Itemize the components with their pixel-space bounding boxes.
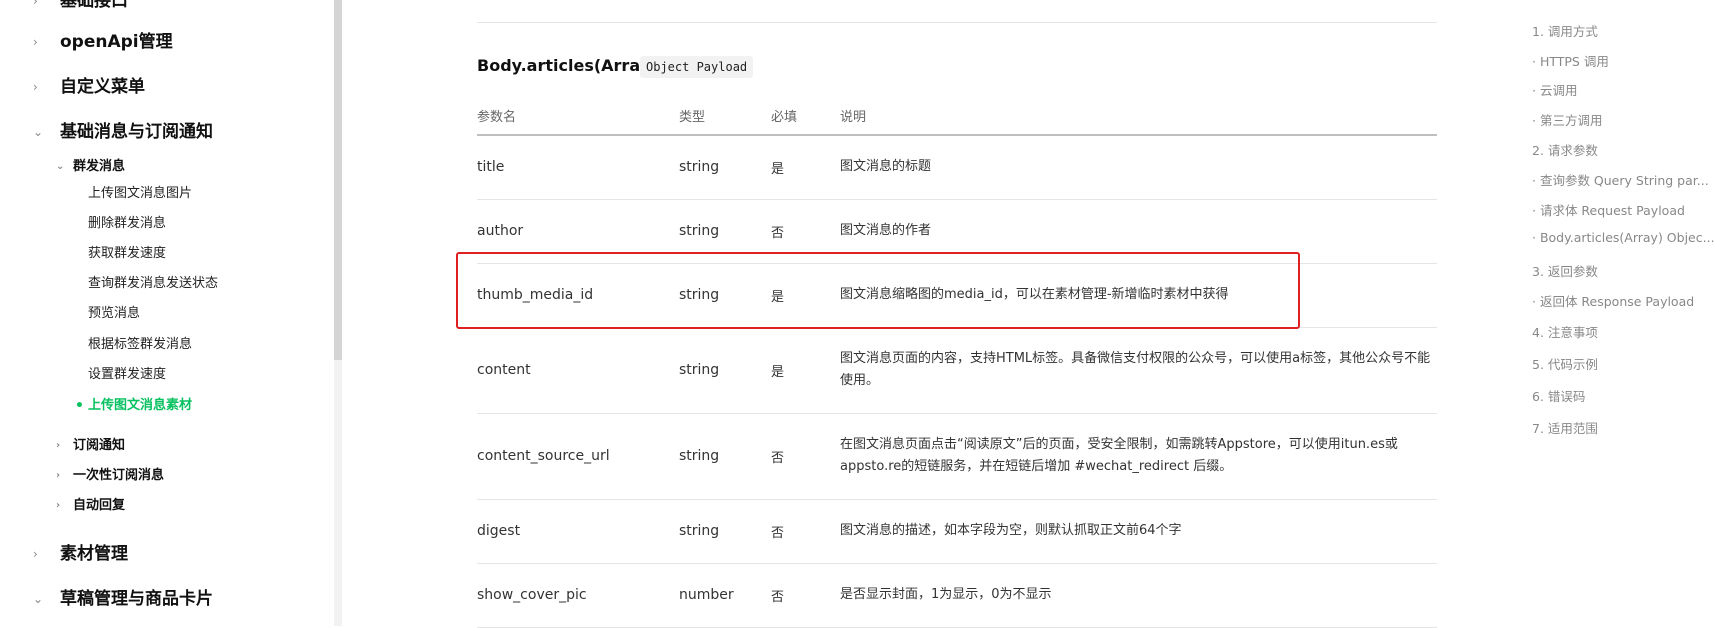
chevron-down-icon: ⌄ bbox=[56, 161, 65, 172]
toc-item[interactable]: · 云调用 bbox=[1532, 80, 1577, 99]
col-header-name: 参数名 bbox=[477, 96, 679, 136]
table-row: content_source_url string 否 在图文消息页面点击“阅读… bbox=[477, 413, 1437, 500]
sidebar-subgroup-label: 群发消息 bbox=[73, 159, 126, 174]
param-name: digest bbox=[477, 499, 679, 564]
toc-item[interactable]: · 请求体 Request Payload bbox=[1532, 200, 1685, 219]
sidebar-item-set-speed[interactable]: 设置群发速度 bbox=[88, 363, 166, 387]
param-desc: 图文消息的描述，如本字段为空，则默认抓取正文前64个字 bbox=[840, 499, 1437, 564]
param-desc: 在图文消息页面点击“阅读原文”后的页面，受安全限制，如需跳转Appstore，可… bbox=[840, 413, 1437, 500]
chevron-right-icon: › bbox=[33, 0, 38, 8]
toc-item[interactable]: · HTTPS 调用 bbox=[1532, 51, 1609, 70]
param-desc: 图文消息页面的内容，支持HTML标签。具备微信支付权限的公众号，可以使用a标签，… bbox=[840, 327, 1437, 414]
sidebar-item-label: 上传图文消息素材 bbox=[88, 398, 193, 413]
toc-item[interactable]: 5. 代码示例 bbox=[1532, 354, 1598, 373]
param-required: 是 bbox=[771, 327, 840, 414]
sidebar-group-label: 基础接口 bbox=[60, 0, 128, 11]
param-required: 是 bbox=[771, 135, 840, 200]
sidebar-group-label: 草稿管理与商品卡片 bbox=[60, 589, 213, 609]
sidebar-item-get-speed[interactable]: 获取群发速度 bbox=[88, 242, 166, 266]
toc-item[interactable]: 4. 注意事项 bbox=[1532, 322, 1598, 341]
toc-item[interactable]: · 返回体 Response Payload bbox=[1532, 291, 1694, 310]
sidebar-item-upload-news-active[interactable]: • 上传图文消息素材 bbox=[75, 394, 193, 418]
param-required: 否 bbox=[771, 413, 840, 500]
sidebar-item-upload-image[interactable]: 上传图文消息图片 bbox=[88, 182, 192, 206]
sidebar-subgroup-label: 一次性订阅消息 bbox=[73, 468, 165, 483]
param-name: content bbox=[477, 327, 679, 414]
sidebar-item-query-status[interactable]: 查询群发消息发送状态 bbox=[88, 272, 218, 296]
toc-item[interactable]: 3. 返回参数 bbox=[1532, 261, 1598, 280]
chevron-right-icon: › bbox=[56, 500, 61, 511]
param-name: title bbox=[477, 135, 679, 200]
sidebar-item-delete-mass[interactable]: 删除群发消息 bbox=[88, 212, 166, 236]
sidebar-subgroup-label: 订阅通知 bbox=[73, 438, 126, 453]
toc-item[interactable]: · 第三方调用 bbox=[1532, 110, 1602, 129]
param-required: 否 bbox=[771, 563, 840, 628]
toc-item[interactable]: 1. 调用方式 bbox=[1532, 21, 1598, 40]
sidebar-group-label: 素材管理 bbox=[60, 544, 128, 564]
param-type: string bbox=[679, 135, 771, 200]
param-name: show_cover_pic bbox=[477, 563, 679, 628]
table-header-row: 参数名 类型 必填 说明 bbox=[477, 96, 1437, 136]
chevron-down-icon: ⌄ bbox=[33, 592, 44, 606]
col-header-type: 类型 bbox=[679, 96, 771, 136]
chevron-right-icon: › bbox=[33, 35, 38, 49]
toc-item[interactable]: · 查询参数 Query String par... bbox=[1532, 170, 1709, 189]
chevron-right-icon: › bbox=[33, 547, 38, 561]
param-required: 否 bbox=[771, 499, 840, 564]
param-name: content_source_url bbox=[477, 413, 679, 500]
sidebar-nav: › 基础接口 › openApi管理 › 自定义菜单 ⌄ 基础消息与订阅通知 ⌄… bbox=[0, 0, 305, 626]
table-of-contents: 1. 调用方式 · HTTPS 调用 · 云调用 · 第三方调用 2. 请求参数… bbox=[1532, 0, 1715, 626]
toc-item[interactable]: 6. 错误码 bbox=[1532, 386, 1585, 405]
param-type: string bbox=[679, 327, 771, 414]
table-row: content string 是 图文消息页面的内容，支持HTML标签。具备微信… bbox=[477, 327, 1437, 414]
toc-item[interactable]: · Body.articles(Array) Objec... bbox=[1532, 230, 1715, 245]
param-type: number bbox=[679, 563, 771, 628]
sidebar-subgroup-label: 自动回复 bbox=[73, 498, 126, 513]
table-row: title string 是 图文消息的标题 bbox=[477, 135, 1437, 200]
sidebar-scrollbar-thumb[interactable] bbox=[334, 0, 342, 360]
sidebar-group-label: 自定义菜单 bbox=[60, 77, 145, 97]
toc-item[interactable]: 2. 请求参数 bbox=[1532, 140, 1598, 159]
table-row: digest string 否 图文消息的描述，如本字段为空，则默认抓取正文前6… bbox=[477, 499, 1437, 564]
col-header-desc: 说明 bbox=[840, 96, 1437, 136]
chevron-right-icon: › bbox=[33, 80, 38, 94]
chevron-right-icon: › bbox=[56, 440, 61, 451]
table-row: show_cover_pic number 否 是否显示封面，1为显示，0为不显… bbox=[477, 563, 1437, 628]
chevron-down-icon: ⌄ bbox=[33, 125, 44, 139]
param-type: string bbox=[679, 499, 771, 564]
param-desc: 图文消息的标题 bbox=[840, 135, 1437, 200]
divider bbox=[477, 22, 1437, 23]
params-table: 参数名 类型 必填 说明 title string 是 图文消息的标题 auth… bbox=[477, 96, 1437, 628]
section-title: Body.articles(Array) bbox=[477, 56, 658, 75]
chevron-right-icon: › bbox=[56, 470, 61, 481]
sidebar-group-label: openApi管理 bbox=[60, 32, 173, 52]
section-type-badge: Object Payload bbox=[640, 56, 754, 78]
sidebar-item-tag-mass[interactable]: 根据标签群发消息 bbox=[88, 333, 192, 357]
toc-item[interactable]: 7. 适用范围 bbox=[1532, 418, 1598, 437]
sidebar-item-preview[interactable]: 预览消息 bbox=[88, 302, 140, 326]
highlight-annotation-box bbox=[456, 252, 1300, 329]
active-dot-icon: • bbox=[75, 398, 84, 414]
param-desc: 是否显示封面，1为显示，0为不显示 bbox=[840, 563, 1437, 628]
col-header-required: 必填 bbox=[771, 96, 840, 136]
param-type: string bbox=[679, 413, 771, 500]
sidebar-group-label: 基础消息与订阅通知 bbox=[60, 122, 213, 142]
